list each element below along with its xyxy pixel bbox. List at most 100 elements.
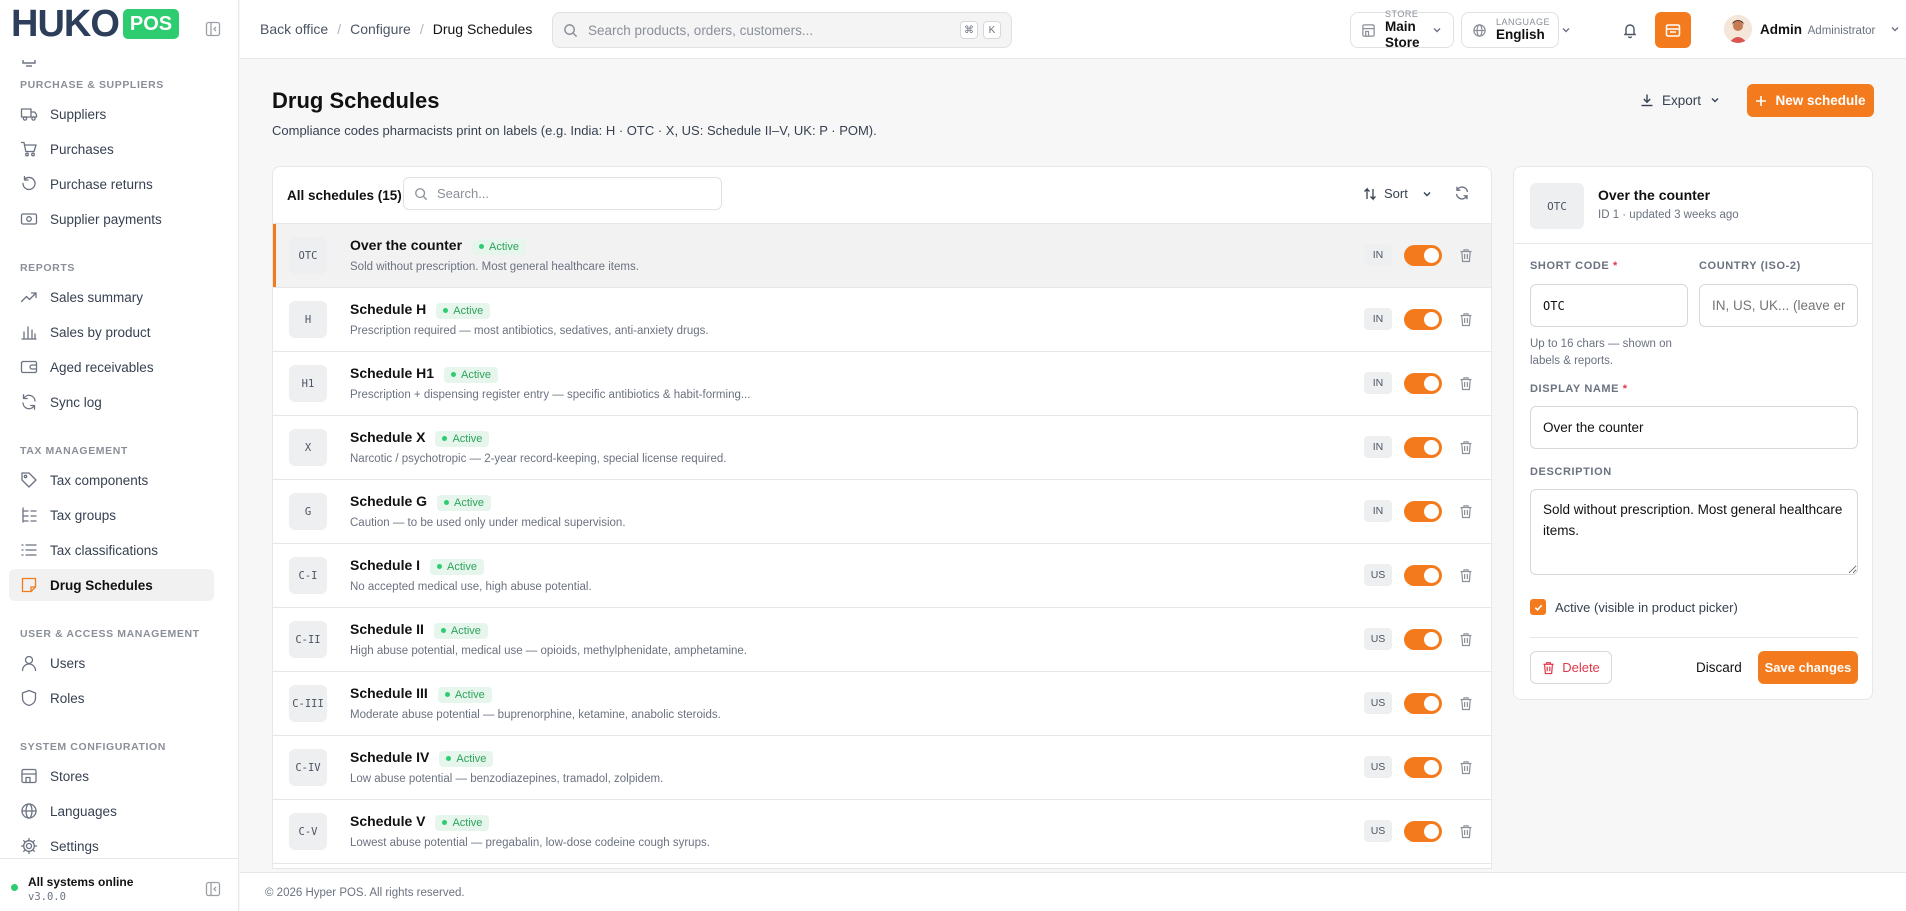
system-status: All systems online v3.0.0 [0,858,239,911]
country-input[interactable] [1699,284,1858,327]
schedule-name-text: Schedule V [350,813,426,829]
sidebar-section-title: System Configuration [20,741,166,753]
trash-icon[interactable] [1459,376,1473,391]
status-badge: Active [437,686,492,703]
sidebar-item-label: Sync log [50,394,102,410]
active-toggle[interactable] [1404,437,1442,458]
trash-icon[interactable] [1459,440,1473,455]
sort-button[interactable]: Sort [1363,186,1433,201]
country-badge: IN [1364,436,1392,458]
sidebar-item-sync-log[interactable]: Sync log [9,386,214,418]
active-toggle[interactable] [1404,565,1442,586]
list-search[interactable] [403,177,722,210]
global-search[interactable]: ⌘ K [552,12,1012,48]
sidebar-item-settings[interactable]: Settings [9,830,214,858]
active-toggle[interactable] [1404,757,1442,778]
sidebar-item-tax-components[interactable]: Tax components [9,464,214,496]
table-row[interactable]: OTC Over the counter Active Sold without pr… [273,224,1491,288]
table-row[interactable]: H1 Schedule H1 Active Prescription + dispen… [273,352,1491,416]
breadcrumb-back-office[interactable]: Back office [260,21,328,37]
refresh-icon[interactable] [1454,185,1470,201]
description-textarea[interactable]: Sold without prescription. Most general … [1530,489,1858,575]
undo-icon [20,175,38,193]
discard-button[interactable]: Discard [1696,660,1742,675]
chevron-down-icon [1421,188,1433,200]
short-code-input[interactable] [1530,284,1688,327]
table-row[interactable]: C-I Schedule I Active No accepted medical u… [273,544,1491,608]
display-name-input[interactable] [1530,406,1858,449]
pos-register-button[interactable] [1655,12,1691,48]
schedule-name-text: Schedule X [350,429,426,445]
shortcut-key: ⌘ [960,21,978,39]
table-row[interactable]: G Schedule G Active Caution — to be used on… [273,480,1491,544]
trash-icon[interactable] [1459,248,1473,263]
trash-icon[interactable] [1459,632,1473,647]
breadcrumb-separator: / [337,21,342,37]
list-search-input[interactable] [437,186,711,201]
schedule-description: Moderate abuse potential — buprenorphine… [350,709,721,721]
store-selector[interactable]: Store Main Store [1350,9,1454,50]
schedule-name-text: Over the counter [350,237,463,253]
schedule-name-text: Schedule III [350,685,428,701]
breadcrumb-configure[interactable]: Configure [350,21,411,37]
global-search-input[interactable] [588,22,955,38]
trash-icon[interactable] [1459,504,1473,519]
sidebar-item-stores[interactable]: Stores [9,760,214,792]
new-schedule-button[interactable]: New schedule [1747,84,1874,117]
sidebar-item-sales-summary[interactable]: Sales summary [9,281,214,313]
store-icon [1361,23,1376,38]
sync-icon [20,393,38,411]
trash-icon[interactable] [1459,568,1473,583]
table-row[interactable]: X Schedule X Active Narcotic / psychotropic… [273,416,1491,480]
notifications-bell-icon[interactable] [1621,21,1639,39]
sidebar-item-label: Settings [50,838,99,854]
country-label: Country (ISO-2) [1699,260,1801,272]
sidebar-item-sales-by-product[interactable]: Sales by product [9,316,214,348]
trash-icon[interactable] [1459,312,1473,327]
active-toggle[interactable] [1404,501,1442,522]
sidebar-item-users[interactable]: Users [9,647,214,679]
sidebar-item-label: Sales summary [50,289,144,305]
page-subtitle: Compliance codes pharmacists print on la… [272,123,877,138]
plus-icon [1755,95,1767,107]
active-toggle[interactable] [1404,245,1442,266]
active-checkbox[interactable]: Active (visible in product picker) [1530,599,1738,615]
sidebar-item-purchase-returns[interactable]: Purchase returns [9,168,214,200]
table-row[interactable]: C-II Schedule II Active High abuse potentia… [273,608,1491,672]
active-toggle[interactable] [1404,629,1442,650]
table-row[interactable]: H Schedule H Active Prescription required —… [273,288,1491,352]
user-menu[interactable]: Admin Administrator [1724,15,1901,43]
trash-icon[interactable] [1459,696,1473,711]
panel-toggle-icon[interactable] [205,881,221,897]
chevron-down-icon [1889,23,1901,35]
brand-logo[interactable]: HUKO POS [11,5,180,43]
sidebar-item-tax-groups[interactable]: Tax groups [9,499,214,531]
table-row[interactable]: C-V Schedule V Active Lowest abuse potentia… [273,800,1491,864]
table-row[interactable]: C-IV Schedule IV Active Low abuse potential… [273,736,1491,800]
sidebar-item-aged-receivables[interactable]: Aged receivables [9,351,214,383]
active-toggle[interactable] [1404,821,1442,842]
sort-label: Sort [1384,186,1408,201]
sidebar-item-purchases[interactable]: Purchases [9,133,214,165]
table-row[interactable]: C-III Schedule III Active Moderate abuse po… [273,672,1491,736]
trash-icon[interactable] [1459,760,1473,775]
trash-icon[interactable] [1459,824,1473,839]
active-toggle[interactable] [1404,693,1442,714]
sidebar-item-supplier-payments[interactable]: Supplier payments [9,203,214,235]
sidebar-item-tax-classifications[interactable]: Tax classifications [9,534,214,566]
active-toggle[interactable] [1404,309,1442,330]
store-icon [20,767,38,785]
sidebar-item-suppliers[interactable]: Suppliers [9,98,214,130]
sidebar-item-drug-schedules[interactable]: Drug Schedules [9,569,214,601]
country-badge: IN [1364,308,1392,330]
tag-icon [20,471,38,489]
sidebar-item-roles[interactable]: Roles [9,682,214,714]
save-changes-button[interactable]: Save changes [1758,651,1858,684]
list-title: All schedules (15) [287,188,402,203]
delete-button[interactable]: Delete [1530,651,1612,684]
language-selector[interactable]: Language English [1461,12,1570,48]
sidebar-item-languages[interactable]: Languages [9,795,214,827]
export-button[interactable]: Export [1640,88,1721,112]
sidebar-collapse-icon[interactable] [205,21,221,37]
active-toggle[interactable] [1404,373,1442,394]
